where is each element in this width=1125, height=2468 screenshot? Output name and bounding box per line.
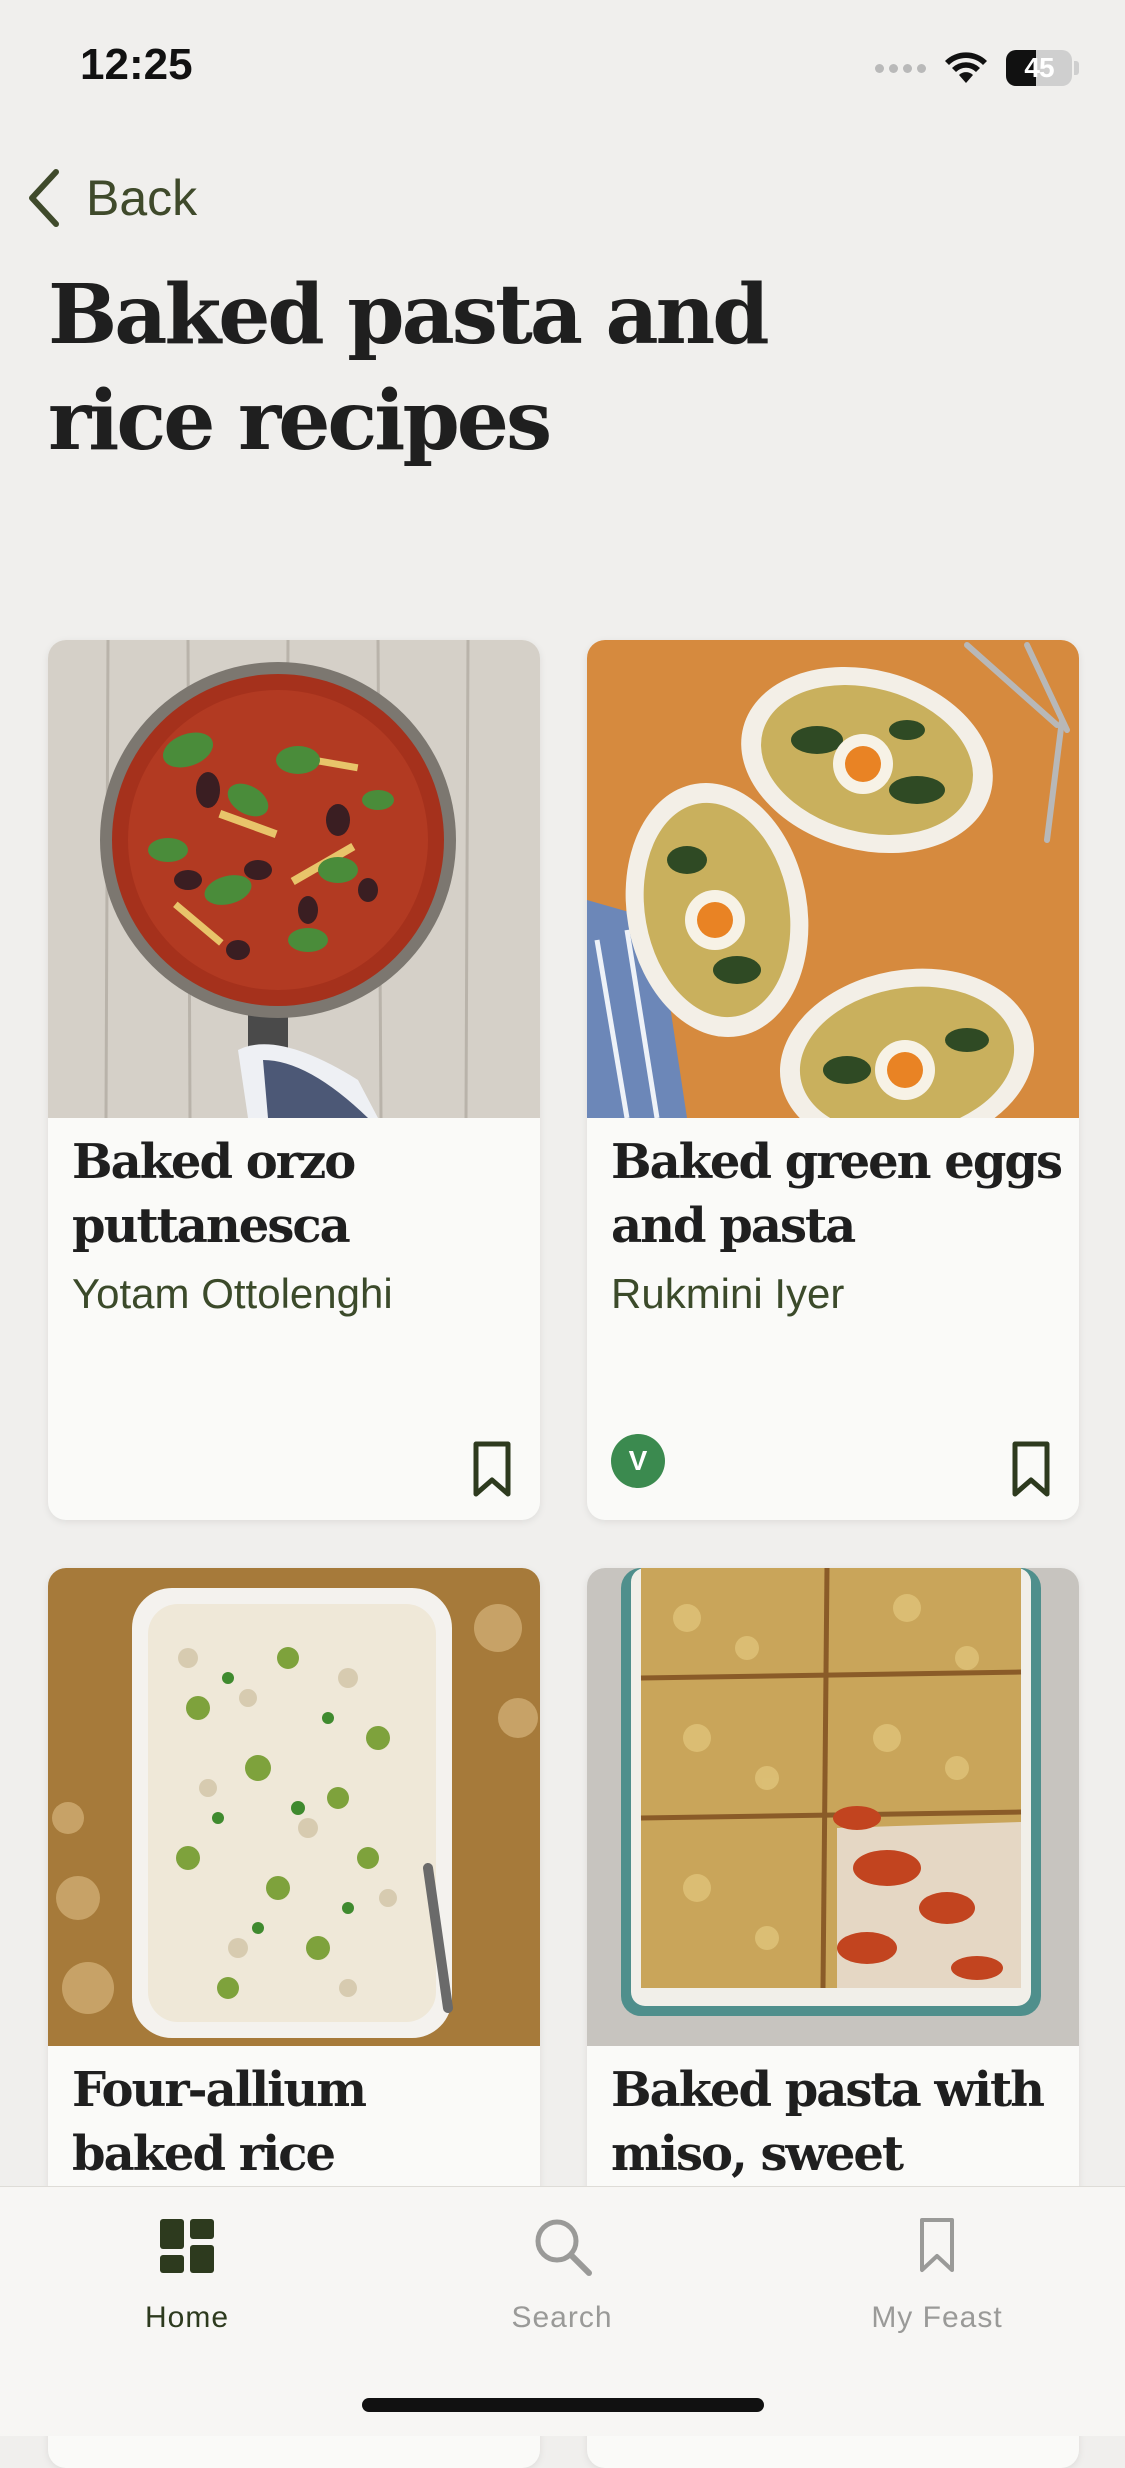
- tab-my-feast[interactable]: My Feast: [817, 2211, 1057, 2351]
- recipe-card-baked-orzo-puttanesca[interactable]: Baked orzo puttanesca Yotam Ottolenghi: [48, 640, 540, 1520]
- recipe-title: Baked green eggs and pasta: [611, 1130, 1063, 1258]
- recipe-image: [587, 640, 1079, 1118]
- tab-home-label: Home: [144, 2301, 230, 2334]
- status-bar: 12:25 45: [0, 0, 1125, 140]
- battery-level: 45: [1024, 52, 1054, 83]
- home-indicator: [362, 2398, 764, 2412]
- recipe-title-line-2: baked rice: [72, 2126, 336, 2182]
- bookmark-icon: [473, 1441, 511, 1497]
- back-label: Back: [86, 170, 198, 226]
- recipe-image: [48, 1568, 540, 2046]
- recipe-title: Baked orzo puttanesca: [72, 1130, 522, 1258]
- home-grid-icon: [160, 2219, 214, 2273]
- recipe-card-baked-green-eggs-and-pasta[interactable]: Baked green eggs and pasta Rukmini Iyer …: [587, 640, 1079, 1520]
- tab-my-feast-label: My Feast: [871, 2301, 1003, 2334]
- bookmark-button[interactable]: [1009, 1440, 1053, 1500]
- page-title-line-1: Baked pasta and: [48, 267, 770, 363]
- page-title-line-2: rice recipes: [48, 373, 552, 469]
- status-indicators: 45: [875, 48, 1079, 88]
- recipe-author: Rukmini Iyer: [611, 1270, 845, 1317]
- recipe-image: [587, 1568, 1079, 2046]
- recipe-image: [48, 640, 540, 1118]
- bookmark-button[interactable]: [470, 1440, 514, 1500]
- recipe-title-line-1: Four-allium: [72, 2062, 367, 2118]
- chevron-left-icon: [29, 169, 59, 227]
- tab-home[interactable]: Home: [67, 2211, 307, 2351]
- cellular-signal-icon: [875, 63, 926, 73]
- recipe-title: Four-allium baked rice: [72, 2058, 522, 2186]
- recipe-title-line-1: Baked orzo: [72, 1134, 356, 1190]
- recipe-title-line-2: puttanesca: [72, 1198, 351, 1254]
- search-icon: [535, 2219, 592, 2276]
- recipe-author: Yotam Ottolenghi: [72, 1270, 393, 1317]
- recipe-title: Baked pasta with miso, sweet: [611, 2058, 1061, 2186]
- battery-icon: 45: [1006, 50, 1079, 86]
- page-title: Baked pasta and rice recipes: [48, 262, 808, 474]
- vegetarian-badge: V: [611, 1434, 665, 1488]
- tab-search[interactable]: Search: [442, 2211, 682, 2351]
- recipe-title-line-2: and pasta: [611, 1198, 856, 1254]
- recipe-title-line-1: Baked pasta with: [611, 2062, 1045, 2118]
- recipe-title-line-2: miso, sweet: [611, 2126, 904, 2182]
- bookmark-icon: [920, 2218, 954, 2272]
- status-time: 12:25: [80, 40, 193, 89]
- tab-search-label: Search: [511, 2301, 613, 2334]
- recipe-title-line-1: Baked green eggs: [611, 1134, 1063, 1190]
- bookmark-icon: [1012, 1441, 1050, 1497]
- back-button[interactable]: Back: [24, 160, 197, 236]
- wifi-icon: [945, 52, 987, 83]
